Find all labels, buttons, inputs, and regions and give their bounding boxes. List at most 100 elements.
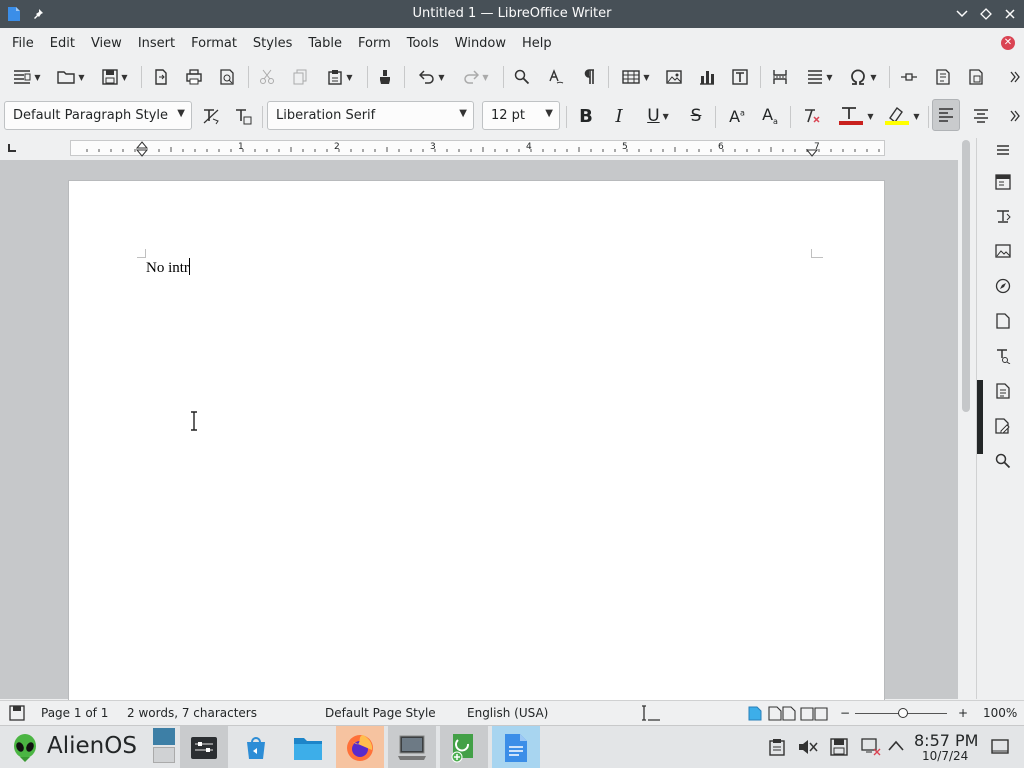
document-workspace[interactable]: No intr: [0, 160, 958, 720]
network-disconnected-icon[interactable]: [861, 738, 881, 756]
properties-icon[interactable]: [993, 172, 1013, 192]
highlight-color-button[interactable]: ▼: [880, 101, 924, 131]
show-desktop-icon[interactable]: [991, 738, 1009, 756]
find-icon[interactable]: [993, 451, 1013, 471]
zoom-out-button[interactable]: −: [840, 706, 850, 720]
menu-styles[interactable]: Styles: [245, 36, 300, 51]
insert-field-button[interactable]: ▼: [800, 62, 840, 92]
more-options-chevron-icon[interactable]: [1006, 101, 1024, 131]
tab-stop-selector[interactable]: [8, 144, 16, 152]
print-icon[interactable]: [183, 62, 205, 92]
document-modified-icon[interactable]: [9, 705, 25, 721]
menu-file[interactable]: File: [4, 36, 42, 51]
undo-button[interactable]: ▼: [412, 62, 452, 92]
insert-text-box-icon[interactable]: [729, 62, 751, 92]
formatting-marks-icon[interactable]: [578, 62, 600, 92]
align-left-icon[interactable]: [932, 99, 960, 131]
strikethrough-icon[interactable]: S: [684, 101, 708, 131]
page-icon[interactable]: [993, 311, 1013, 331]
menu-view[interactable]: View: [83, 36, 130, 51]
insert-endnote-icon[interactable]: [965, 62, 987, 92]
clock-time[interactable]: 8:57 PM: [914, 731, 978, 750]
clone-formatting-icon[interactable]: [374, 62, 396, 92]
insert-table-button[interactable]: ▼: [616, 62, 656, 92]
zoom-level[interactable]: 100%: [983, 706, 1017, 720]
taskbar-terminal[interactable]: [388, 726, 436, 768]
zoom-in-button[interactable]: +: [958, 706, 968, 720]
spelling-icon[interactable]: [545, 62, 567, 92]
page-style-status[interactable]: Default Page Style: [325, 706, 436, 720]
menu-tools[interactable]: Tools: [399, 36, 447, 51]
document-page[interactable]: No intr: [68, 180, 885, 720]
new-document-button[interactable]: ▼: [8, 62, 46, 92]
manage-changes-icon[interactable]: [993, 381, 1013, 401]
single-page-view-icon[interactable]: [748, 706, 762, 721]
clear-formatting-icon[interactable]: [798, 101, 824, 131]
minimize-button[interactable]: [954, 6, 970, 22]
volume-muted-icon[interactable]: [798, 738, 818, 756]
taskbar-calc-plus[interactable]: [440, 726, 488, 768]
menu-table[interactable]: Table: [300, 36, 350, 51]
clipboard-icon[interactable]: [768, 738, 786, 756]
insert-page-break-icon[interactable]: [769, 62, 791, 92]
page-settings-icon[interactable]: [993, 206, 1013, 226]
insert-image-icon[interactable]: [663, 62, 685, 92]
scrollbar-thumb[interactable]: [962, 140, 970, 412]
clock-date[interactable]: 10/7/24: [922, 749, 968, 763]
taskbar-firefox[interactable]: [336, 726, 384, 768]
taskbar-file-manager[interactable]: [284, 726, 332, 768]
underline-button[interactable]: U ▼: [638, 101, 678, 131]
menu-insert[interactable]: Insert: [130, 36, 183, 51]
find-replace-icon[interactable]: [511, 62, 533, 92]
font-name-combo[interactable]: Liberation Serif ▼: [267, 101, 474, 130]
maximize-button[interactable]: [978, 6, 994, 22]
navigator-icon[interactable]: [993, 276, 1013, 296]
open-button[interactable]: ▼: [52, 62, 90, 92]
italic-icon[interactable]: I: [607, 101, 631, 131]
taskbar-system-settings[interactable]: [180, 726, 228, 768]
copy-icon[interactable]: [289, 62, 311, 92]
menu-help[interactable]: Help: [514, 36, 560, 51]
alien-logo-icon[interactable]: [10, 733, 42, 763]
update-style-icon[interactable]: [198, 101, 224, 131]
redo-button[interactable]: ▼: [456, 62, 496, 92]
multi-page-view-icon[interactable]: [768, 706, 796, 721]
menu-format[interactable]: Format: [183, 36, 245, 51]
page-number-status[interactable]: Page 1 of 1: [41, 706, 108, 720]
print-preview-icon[interactable]: [216, 62, 238, 92]
export-pdf-button[interactable]: [150, 62, 172, 92]
cut-icon[interactable]: [256, 62, 278, 92]
chevron-up-icon[interactable]: [888, 740, 904, 752]
design-icon[interactable]: [993, 416, 1013, 436]
style-inspector-icon[interactable]: [993, 346, 1013, 366]
vertical-scrollbar[interactable]: [958, 138, 974, 699]
selection-mode-icon[interactable]: [640, 705, 662, 721]
save-button[interactable]: ▼: [96, 62, 134, 92]
insert-hyperlink-icon[interactable]: [898, 62, 920, 92]
taskbar-libreoffice-writer[interactable]: [492, 726, 540, 768]
font-color-button[interactable]: ▼: [834, 101, 878, 131]
menu-edit[interactable]: Edit: [42, 36, 83, 51]
font-size-combo[interactable]: 12 pt ▼: [482, 101, 560, 130]
menu-window[interactable]: Window: [447, 36, 514, 51]
os-name-label[interactable]: AlienOS: [47, 733, 137, 759]
storage-icon[interactable]: [830, 738, 848, 756]
more-options-chevron-icon[interactable]: [1006, 62, 1024, 92]
book-view-icon[interactable]: [800, 706, 828, 721]
subscript-icon[interactable]: Aa: [758, 101, 782, 131]
paste-button[interactable]: ▼: [320, 62, 360, 92]
language-status[interactable]: English (USA): [467, 706, 548, 720]
close-document-button[interactable]: ✕: [1001, 36, 1015, 50]
paragraph-style-combo[interactable]: Default Paragraph Style ▼: [4, 101, 192, 130]
superscript-icon[interactable]: Aa: [725, 101, 749, 131]
insert-footnote-icon[interactable]: [932, 62, 954, 92]
word-count-status[interactable]: 2 words, 7 characters: [127, 706, 257, 720]
close-window-button[interactable]: [1002, 6, 1018, 22]
align-center-icon[interactable]: [968, 101, 994, 131]
bold-icon[interactable]: B: [574, 101, 598, 131]
sidebar-menu-icon[interactable]: [993, 140, 1013, 160]
gallery-icon[interactable]: [993, 241, 1013, 261]
menu-form[interactable]: Form: [350, 36, 399, 51]
desktop-pager-icon[interactable]: [153, 728, 175, 764]
taskbar-discover[interactable]: [232, 726, 280, 768]
